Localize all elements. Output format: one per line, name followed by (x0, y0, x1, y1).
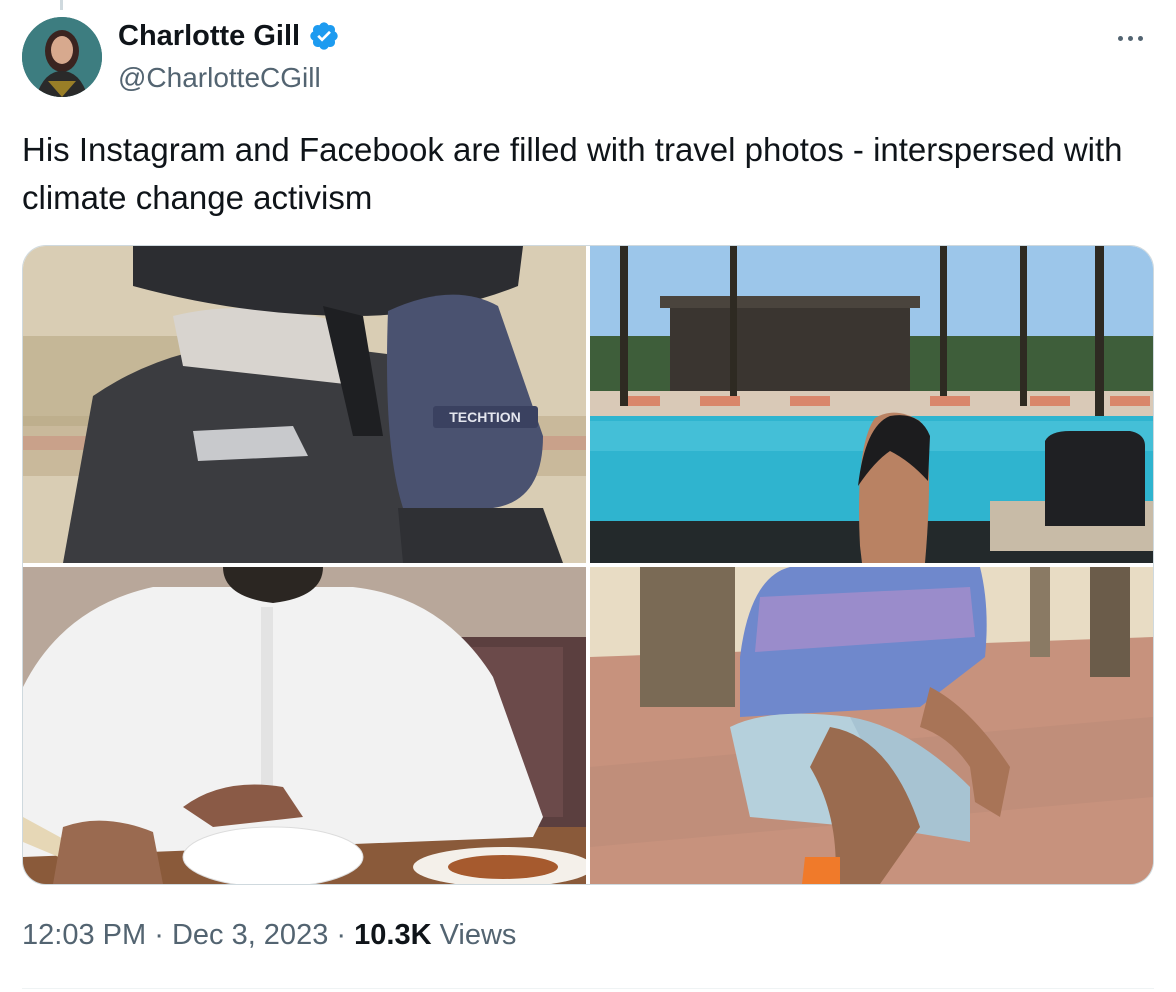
author-name-row: Charlotte Gill (118, 18, 340, 54)
media-grid: TECHTION (22, 245, 1154, 885)
more-dot (1127, 35, 1133, 41)
views-label[interactable]: Views (440, 919, 517, 951)
avatar[interactable] (22, 17, 102, 97)
author-handle[interactable]: @CharlotteCGill (118, 60, 321, 96)
thread-connector-line (60, 0, 63, 10)
glove-brand-label: TECHTION (449, 409, 521, 425)
media-photo-path[interactable] (590, 567, 1153, 884)
tweet-meta: 12:03 PM · Dec 3, 2023 · 10.3K Views (22, 915, 516, 955)
media-photo-pool[interactable] (590, 246, 1153, 563)
media-photo-racing[interactable]: TECHTION (23, 246, 586, 563)
more-dot (1137, 35, 1143, 41)
author-name[interactable]: Charlotte Gill (118, 18, 300, 54)
tweet-date[interactable]: Dec 3, 2023 (172, 919, 328, 951)
verified-badge-icon (310, 22, 338, 50)
more-dot (1117, 35, 1123, 41)
divider (22, 988, 1154, 989)
media-photo-dinner[interactable] (23, 567, 586, 884)
tweet-text: His Instagram and Facebook are filled wi… (22, 131, 1123, 216)
views-count[interactable]: 10.3K (354, 919, 431, 951)
tweet-time[interactable]: 12:03 PM (22, 919, 146, 951)
meta-separator: · (336, 919, 347, 951)
more-icon[interactable] (1112, 24, 1148, 52)
meta-separator: · (154, 919, 164, 951)
